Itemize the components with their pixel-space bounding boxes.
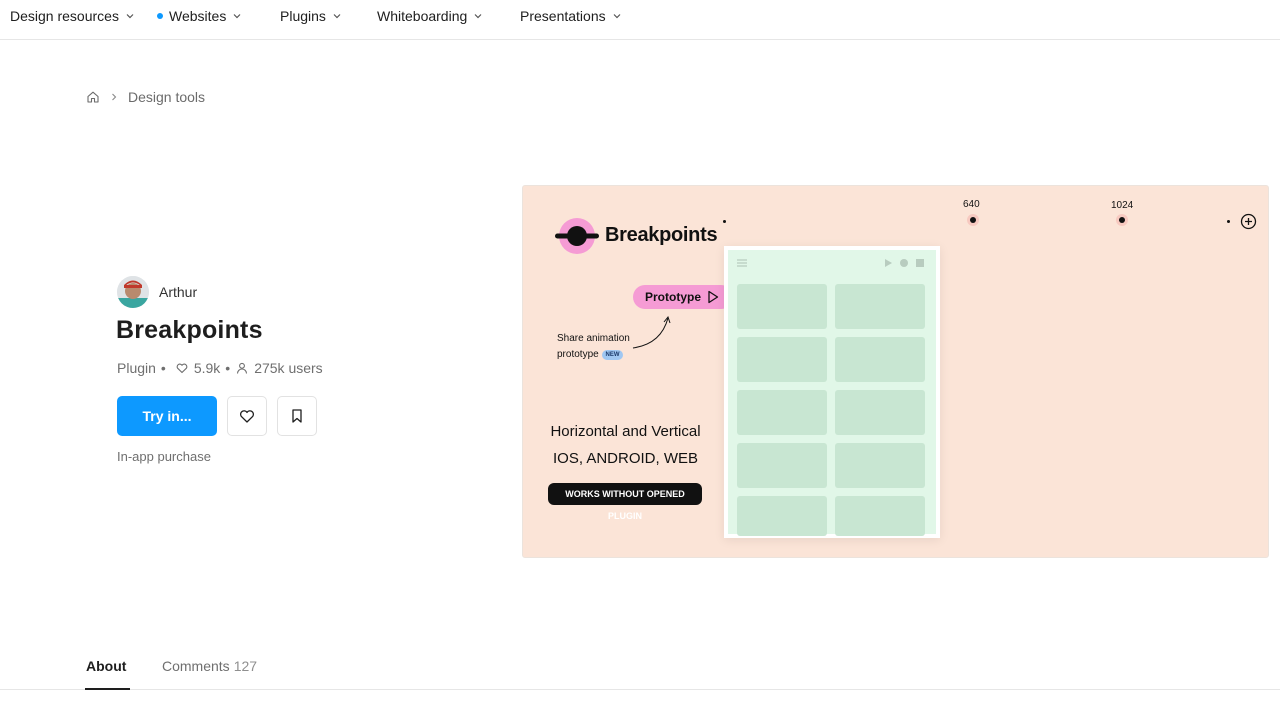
mock-card — [737, 496, 827, 536]
comments-count: 127 — [233, 658, 258, 674]
tab-about[interactable]: About — [86, 658, 126, 674]
breakpoint-640-label: 640 — [963, 199, 980, 210]
like-button[interactable] — [227, 396, 267, 436]
mock-card — [835, 337, 925, 382]
hero-brand: Breakpoints — [605, 224, 718, 246]
mock-card — [737, 337, 827, 382]
heart-icon — [240, 410, 254, 423]
nav-label: Plugins — [280, 8, 326, 24]
works-without-plugin-pill: WORKS WITHOUT OPENED PLUGIN — [548, 483, 702, 521]
home-icon[interactable] — [86, 90, 100, 104]
breadcrumb: Design tools — [86, 89, 205, 105]
breakpoint-1024-label: 1024 — [1111, 200, 1134, 211]
arrow-annotation-icon — [632, 315, 671, 349]
breakpoint-dot — [1119, 217, 1125, 223]
nav-label: Design resources — [10, 8, 119, 24]
breadcrumb-design-tools[interactable]: Design tools — [128, 89, 205, 105]
save-button[interactable] — [277, 396, 317, 436]
plugin-cover-image: Breakpoints 640 1024 Prototype Share ani… — [522, 185, 1269, 558]
mock-card — [737, 390, 827, 435]
breakpoint-dot — [970, 217, 976, 223]
add-breakpoint-icon — [1240, 213, 1257, 230]
breakpoint-dot — [723, 220, 726, 223]
breakpoint-dot — [1227, 220, 1230, 223]
nav-label: Whiteboarding — [377, 8, 468, 24]
bookmark-icon — [292, 409, 302, 423]
active-tab-indicator — [85, 688, 130, 690]
active-dot-icon — [157, 13, 163, 19]
tab-comments-label: Comments — [162, 658, 230, 674]
author-name: Arthur — [159, 284, 198, 300]
prototype-label: Prototype — [645, 290, 702, 304]
separator-dot: • — [160, 360, 166, 376]
mock-card — [737, 284, 827, 329]
menu-icon — [737, 259, 747, 267]
separator-dot: • — [225, 360, 231, 376]
breakpoints-logo-icon — [555, 218, 599, 254]
author-row[interactable]: Arthur — [117, 276, 197, 308]
device-mockup — [724, 246, 940, 538]
mock-card — [835, 284, 925, 329]
user-icon — [237, 362, 248, 374]
nav-design-resources[interactable]: Design resources — [10, 8, 135, 24]
play-icon — [708, 290, 719, 304]
share-annotation-line1: Share animation — [557, 333, 630, 344]
page-title: Breakpoints — [116, 316, 263, 344]
chevron-down-icon — [233, 14, 241, 19]
try-in-button[interactable]: Try in... — [117, 396, 217, 436]
mock-card — [835, 443, 925, 488]
chevron-down-icon — [126, 14, 134, 19]
tab-comments[interactable]: Comments 127 — [162, 658, 257, 674]
new-badge: NEW — [602, 350, 623, 360]
share-annotation-line2: prototype — [557, 349, 599, 360]
chevron-right-icon — [112, 93, 117, 101]
nav-presentations[interactable]: Presentations — [520, 8, 622, 24]
window-controls-icon — [885, 259, 924, 267]
content-tabs: About Comments 127 — [0, 650, 1280, 690]
mock-card — [835, 496, 925, 536]
nav-label: Websites — [169, 8, 227, 24]
top-navigation: Design resources Websites Plugins Whiteb… — [0, 0, 1280, 40]
nav-plugins[interactable]: Plugins — [280, 8, 342, 24]
likes-count: 5.9k — [193, 360, 221, 376]
plugin-meta: Plugin • 5.9k • 275k users — [117, 360, 323, 376]
purchase-note: In-app purchase — [117, 449, 211, 464]
chevron-down-icon — [474, 14, 482, 19]
device-screen — [728, 250, 936, 536]
nav-whiteboarding[interactable]: Whiteboarding — [377, 8, 483, 24]
heart-icon — [176, 363, 188, 374]
plugin-type: Plugin — [117, 360, 156, 376]
avatar — [117, 276, 149, 308]
hero-line1: Horizontal and Vertical — [550, 423, 701, 440]
users-count: 275k users — [254, 360, 323, 376]
mock-card — [835, 390, 925, 435]
nav-websites[interactable]: Websites — [157, 8, 242, 24]
hero-line2: IOS, ANDROID, WEB — [552, 450, 699, 467]
chevron-down-icon — [613, 14, 621, 19]
mock-card — [737, 443, 827, 488]
nav-label: Presentations — [520, 8, 606, 24]
chevron-down-icon — [333, 14, 341, 19]
